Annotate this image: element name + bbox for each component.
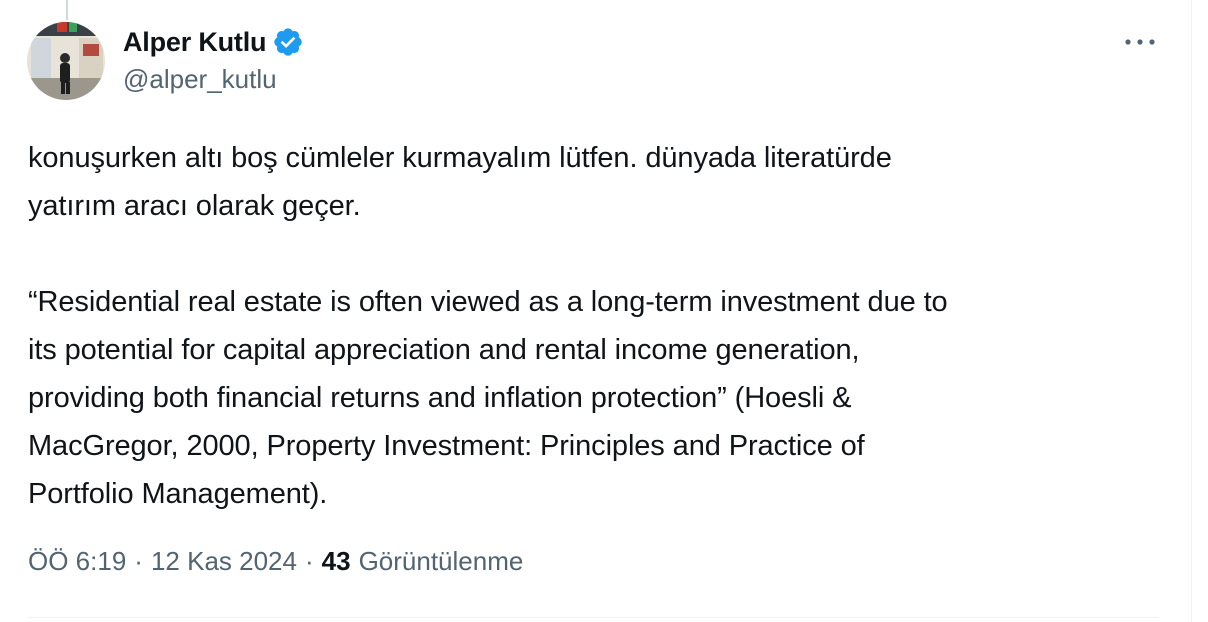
column-border <box>1191 0 1192 622</box>
meta-separator: · <box>134 546 143 576</box>
more-horizontal-icon[interactable] <box>1122 28 1158 56</box>
views-count: 43 <box>321 546 351 576</box>
author-handle[interactable]: @alper_kutlu <box>123 64 277 95</box>
views-label: Görüntülenme <box>358 546 524 576</box>
tweet-metadata: ÖÖ 6:19 · 12 Kas 2024 · 43 Görüntülenme <box>28 546 523 577</box>
author-name-row[interactable]: Alper Kutlu <box>123 24 304 60</box>
meta-separator: · <box>304 546 314 576</box>
avatar[interactable] <box>27 22 105 100</box>
thread-connector-line <box>66 0 68 20</box>
tweet-time[interactable]: ÖÖ 6:19 <box>28 546 126 577</box>
tweet-text: konuşurken altı boş cümleler kurmayalım … <box>28 142 948 510</box>
tweet-date[interactable]: 12 Kas 2024 <box>151 546 297 577</box>
verified-badge-icon <box>274 28 302 56</box>
tweet-detail: Alper Kutlu @alper_kutlu konuşurken altı… <box>0 0 1208 622</box>
author-display-name[interactable]: Alper Kutlu <box>123 27 266 58</box>
divider <box>28 617 1158 618</box>
